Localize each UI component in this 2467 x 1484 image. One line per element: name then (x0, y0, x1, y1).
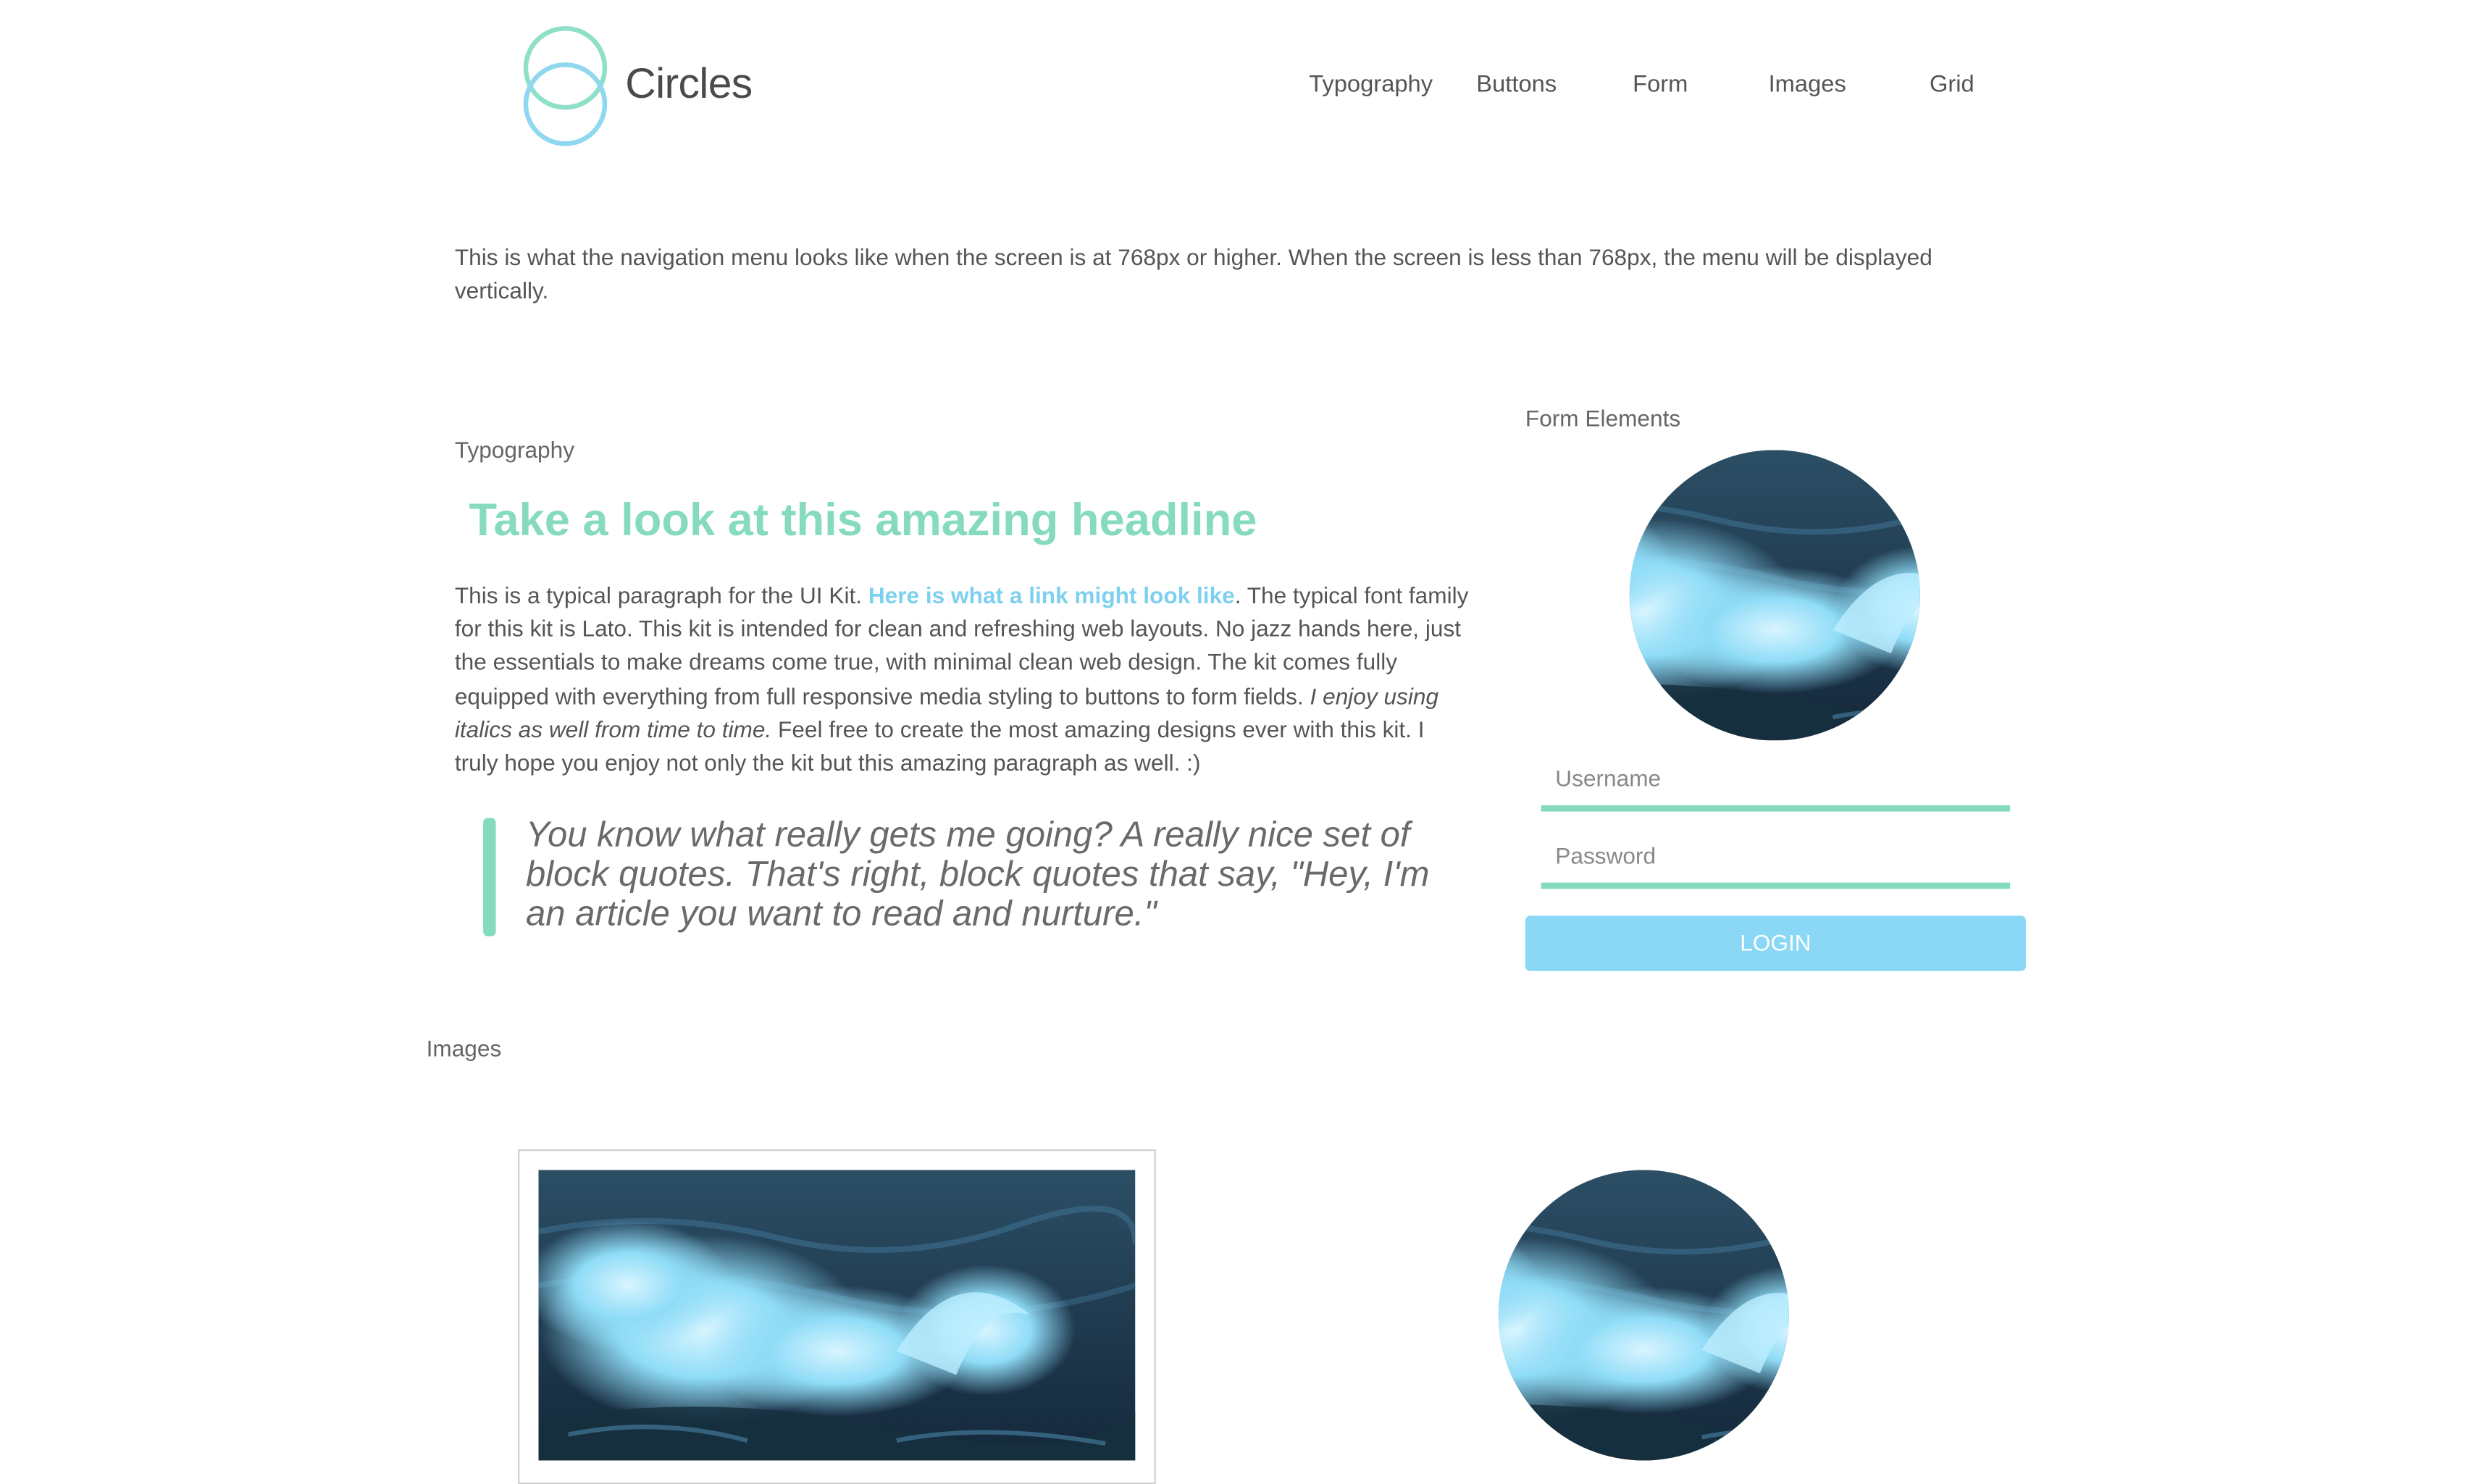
login-button[interactable]: LOGIN (1525, 915, 2026, 971)
nav-typography[interactable]: Typography (1309, 71, 1433, 98)
images-label: Images (426, 1037, 502, 1063)
sample-link[interactable]: Here is what a link might look like (868, 584, 1235, 610)
framed-wave-image (538, 1170, 1135, 1460)
paragraph-start: This is a typical paragraph for the UI K… (454, 584, 868, 610)
typography-label: Typography (454, 439, 575, 464)
password-input[interactable] (1541, 831, 2011, 889)
nav-grid[interactable]: Grid (1930, 71, 1974, 98)
headline: Take a look at this amazing headline (469, 495, 1257, 547)
form-elements-label: Form Elements (1525, 407, 1681, 433)
username-input[interactable] (1541, 755, 2011, 812)
avatar-wave-image (1630, 450, 1920, 740)
logo-icon[interactable] (521, 25, 609, 148)
paragraph: This is a typical paragraph for the UI K… (455, 581, 1473, 781)
nav-images[interactable]: Images (1769, 71, 1846, 98)
nav-buttons[interactable]: Buttons (1476, 71, 1557, 98)
blockquote: You know what really gets me going? A re… (525, 814, 1430, 934)
blockquote-bar (483, 818, 496, 936)
intro-text: This is what the navigation menu looks l… (454, 246, 1932, 305)
brand-name: Circles (625, 59, 753, 108)
circle-wave-image (1499, 1170, 1789, 1460)
nav-form[interactable]: Form (1633, 71, 1688, 98)
